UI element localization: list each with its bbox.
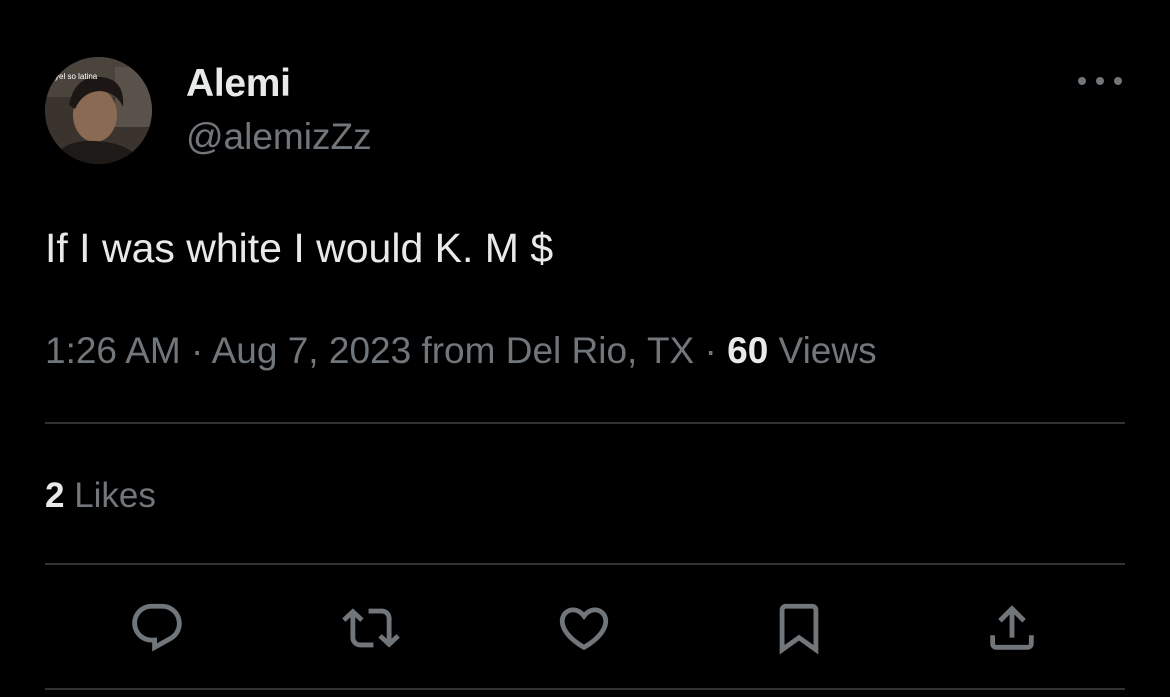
meta-separator: · xyxy=(694,330,728,371)
likes-count: 2 xyxy=(45,476,65,515)
tweet-time[interactable]: 1:26 AM xyxy=(45,330,181,371)
divider xyxy=(45,422,1125,424)
likes-label: Likes xyxy=(64,476,156,515)
tweet-date[interactable]: Aug 7, 2023 xyxy=(212,330,412,371)
tweet-text: If I was white I would K. M $ xyxy=(45,225,554,271)
like-button[interactable] xyxy=(554,598,614,658)
share-icon xyxy=(990,605,1034,650)
likes-link[interactable]: 2 Likes xyxy=(45,473,156,519)
more-icon-dot xyxy=(1078,77,1086,85)
tweet-location: Del Rio, TX xyxy=(505,330,695,371)
divider xyxy=(45,688,1125,690)
avatar[interactable]: yel so latina xyxy=(45,57,152,164)
bookmark-button[interactable] xyxy=(769,598,829,658)
tweet-metadata: 1:26 AM · Aug 7, 2023 from Del Rio, TX ·… xyxy=(45,327,877,375)
divider xyxy=(45,563,1125,565)
bookmark-icon xyxy=(779,603,819,655)
reply-button[interactable] xyxy=(127,598,187,658)
avatar-caption: yel so latina xyxy=(55,72,98,81)
more-options-button[interactable] xyxy=(1076,66,1124,96)
retweet-button[interactable] xyxy=(341,598,401,658)
author-display-name[interactable]: Alemi xyxy=(186,60,291,108)
more-icon-dot xyxy=(1096,77,1104,85)
meta-separator: · xyxy=(180,330,212,371)
share-button[interactable] xyxy=(982,598,1042,658)
location-prefix: from xyxy=(411,330,506,371)
more-icon-dot xyxy=(1114,77,1122,85)
heart-icon xyxy=(559,607,609,651)
views-label: Views xyxy=(768,330,877,371)
avatar-image: yel so latina xyxy=(45,57,152,164)
views-count: 60 xyxy=(727,330,769,371)
reply-icon xyxy=(132,603,182,652)
author-handle[interactable]: @alemizZz xyxy=(186,114,372,160)
retweet-icon xyxy=(342,608,400,648)
